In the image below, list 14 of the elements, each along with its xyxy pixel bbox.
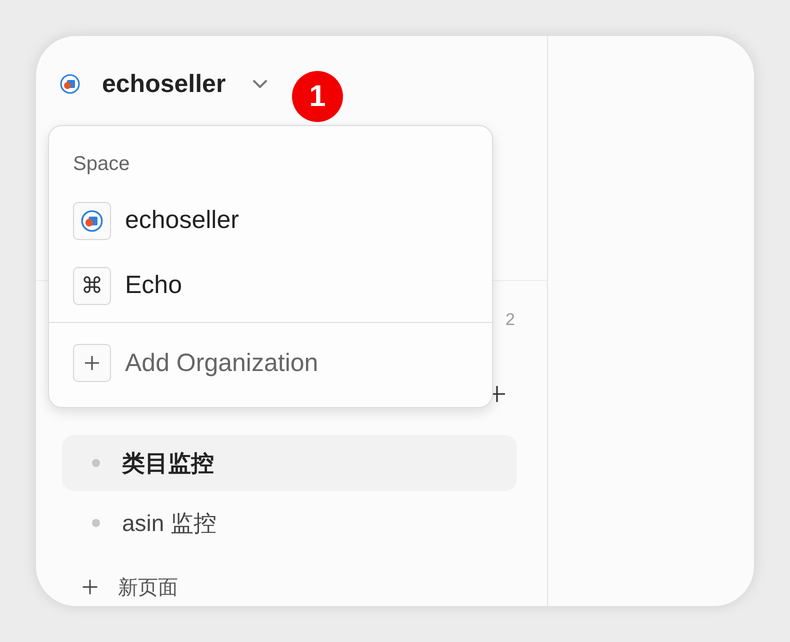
step-badge: 1: [292, 71, 343, 122]
page-count: 2: [506, 310, 515, 330]
logo-icon: [73, 202, 111, 240]
space-item[interactable]: Echo: [125, 271, 182, 300]
page-item[interactable]: 类目监控: [62, 435, 517, 491]
new-page-link[interactable]: 新页面: [118, 574, 178, 600]
page-item[interactable]: asin 监控: [62, 495, 517, 551]
command-icon: ⌘: [73, 266, 111, 304]
space-item[interactable]: echoseller: [125, 206, 239, 235]
menu-heading: Space: [72, 152, 131, 177]
plus-icon[interactable]: [81, 578, 99, 596]
add-organization-button[interactable]: Add Organization: [125, 348, 318, 378]
workspace-name[interactable]: echoseller: [102, 70, 226, 98]
logo-icon: [60, 74, 80, 94]
